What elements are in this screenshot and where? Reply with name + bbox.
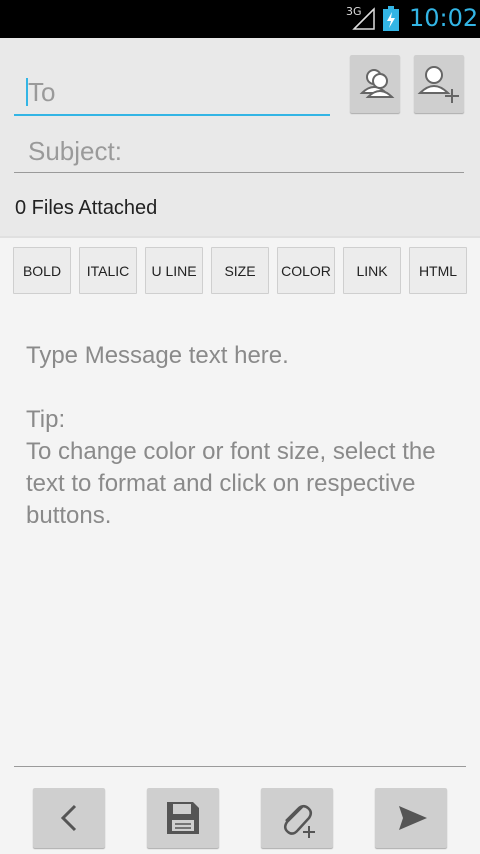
size-button[interactable]: SIZE <box>211 247 269 294</box>
italic-button[interactable]: ITALIC <box>79 247 137 294</box>
subject-input[interactable]: Subject: <box>14 130 464 173</box>
status-bar: 3G 10:02 <box>0 0 480 38</box>
contacts-button[interactable] <box>350 55 400 113</box>
attachments-count-label: 0 Files Attached <box>15 197 158 219</box>
send-button[interactable] <box>375 788 447 848</box>
underline-button[interactable]: U LINE <box>145 247 203 294</box>
html-button[interactable]: HTML <box>409 247 467 294</box>
to-input[interactable]: To <box>14 64 330 116</box>
subject-placeholder: Subject: <box>28 136 122 166</box>
signal-icon <box>352 7 376 36</box>
back-button[interactable] <box>33 788 105 848</box>
save-button[interactable] <box>147 788 219 848</box>
add-contact-button[interactable] <box>414 55 464 113</box>
link-button[interactable]: LINK <box>343 247 401 294</box>
bold-button[interactable]: BOLD <box>13 247 71 294</box>
message-underline <box>14 766 466 767</box>
header-divider <box>0 236 480 238</box>
battery-charging-icon <box>382 6 400 37</box>
attach-button[interactable] <box>261 788 333 848</box>
to-placeholder: To <box>28 77 56 107</box>
color-button[interactable]: COLOR <box>277 247 335 294</box>
status-clock: 10:02 <box>409 4 479 32</box>
message-body-input[interactable]: Type Message text here. Tip: To change c… <box>26 340 466 532</box>
